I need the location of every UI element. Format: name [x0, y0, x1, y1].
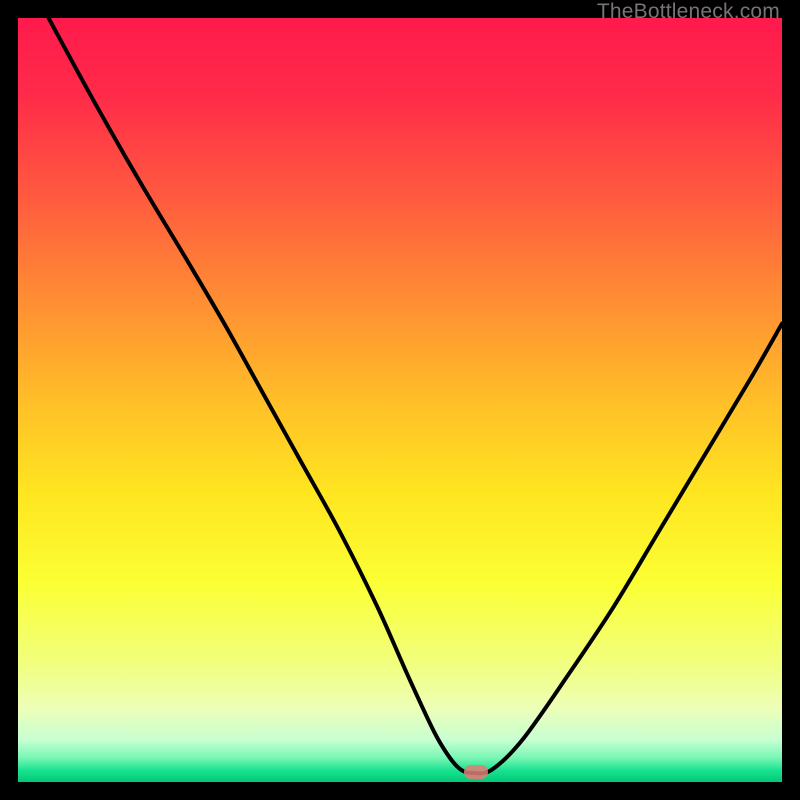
- bottleneck-curve: [18, 18, 782, 782]
- chart-frame: TheBottleneck.com: [0, 0, 800, 800]
- optimal-point-marker: [464, 765, 488, 779]
- plot-area: [18, 18, 782, 782]
